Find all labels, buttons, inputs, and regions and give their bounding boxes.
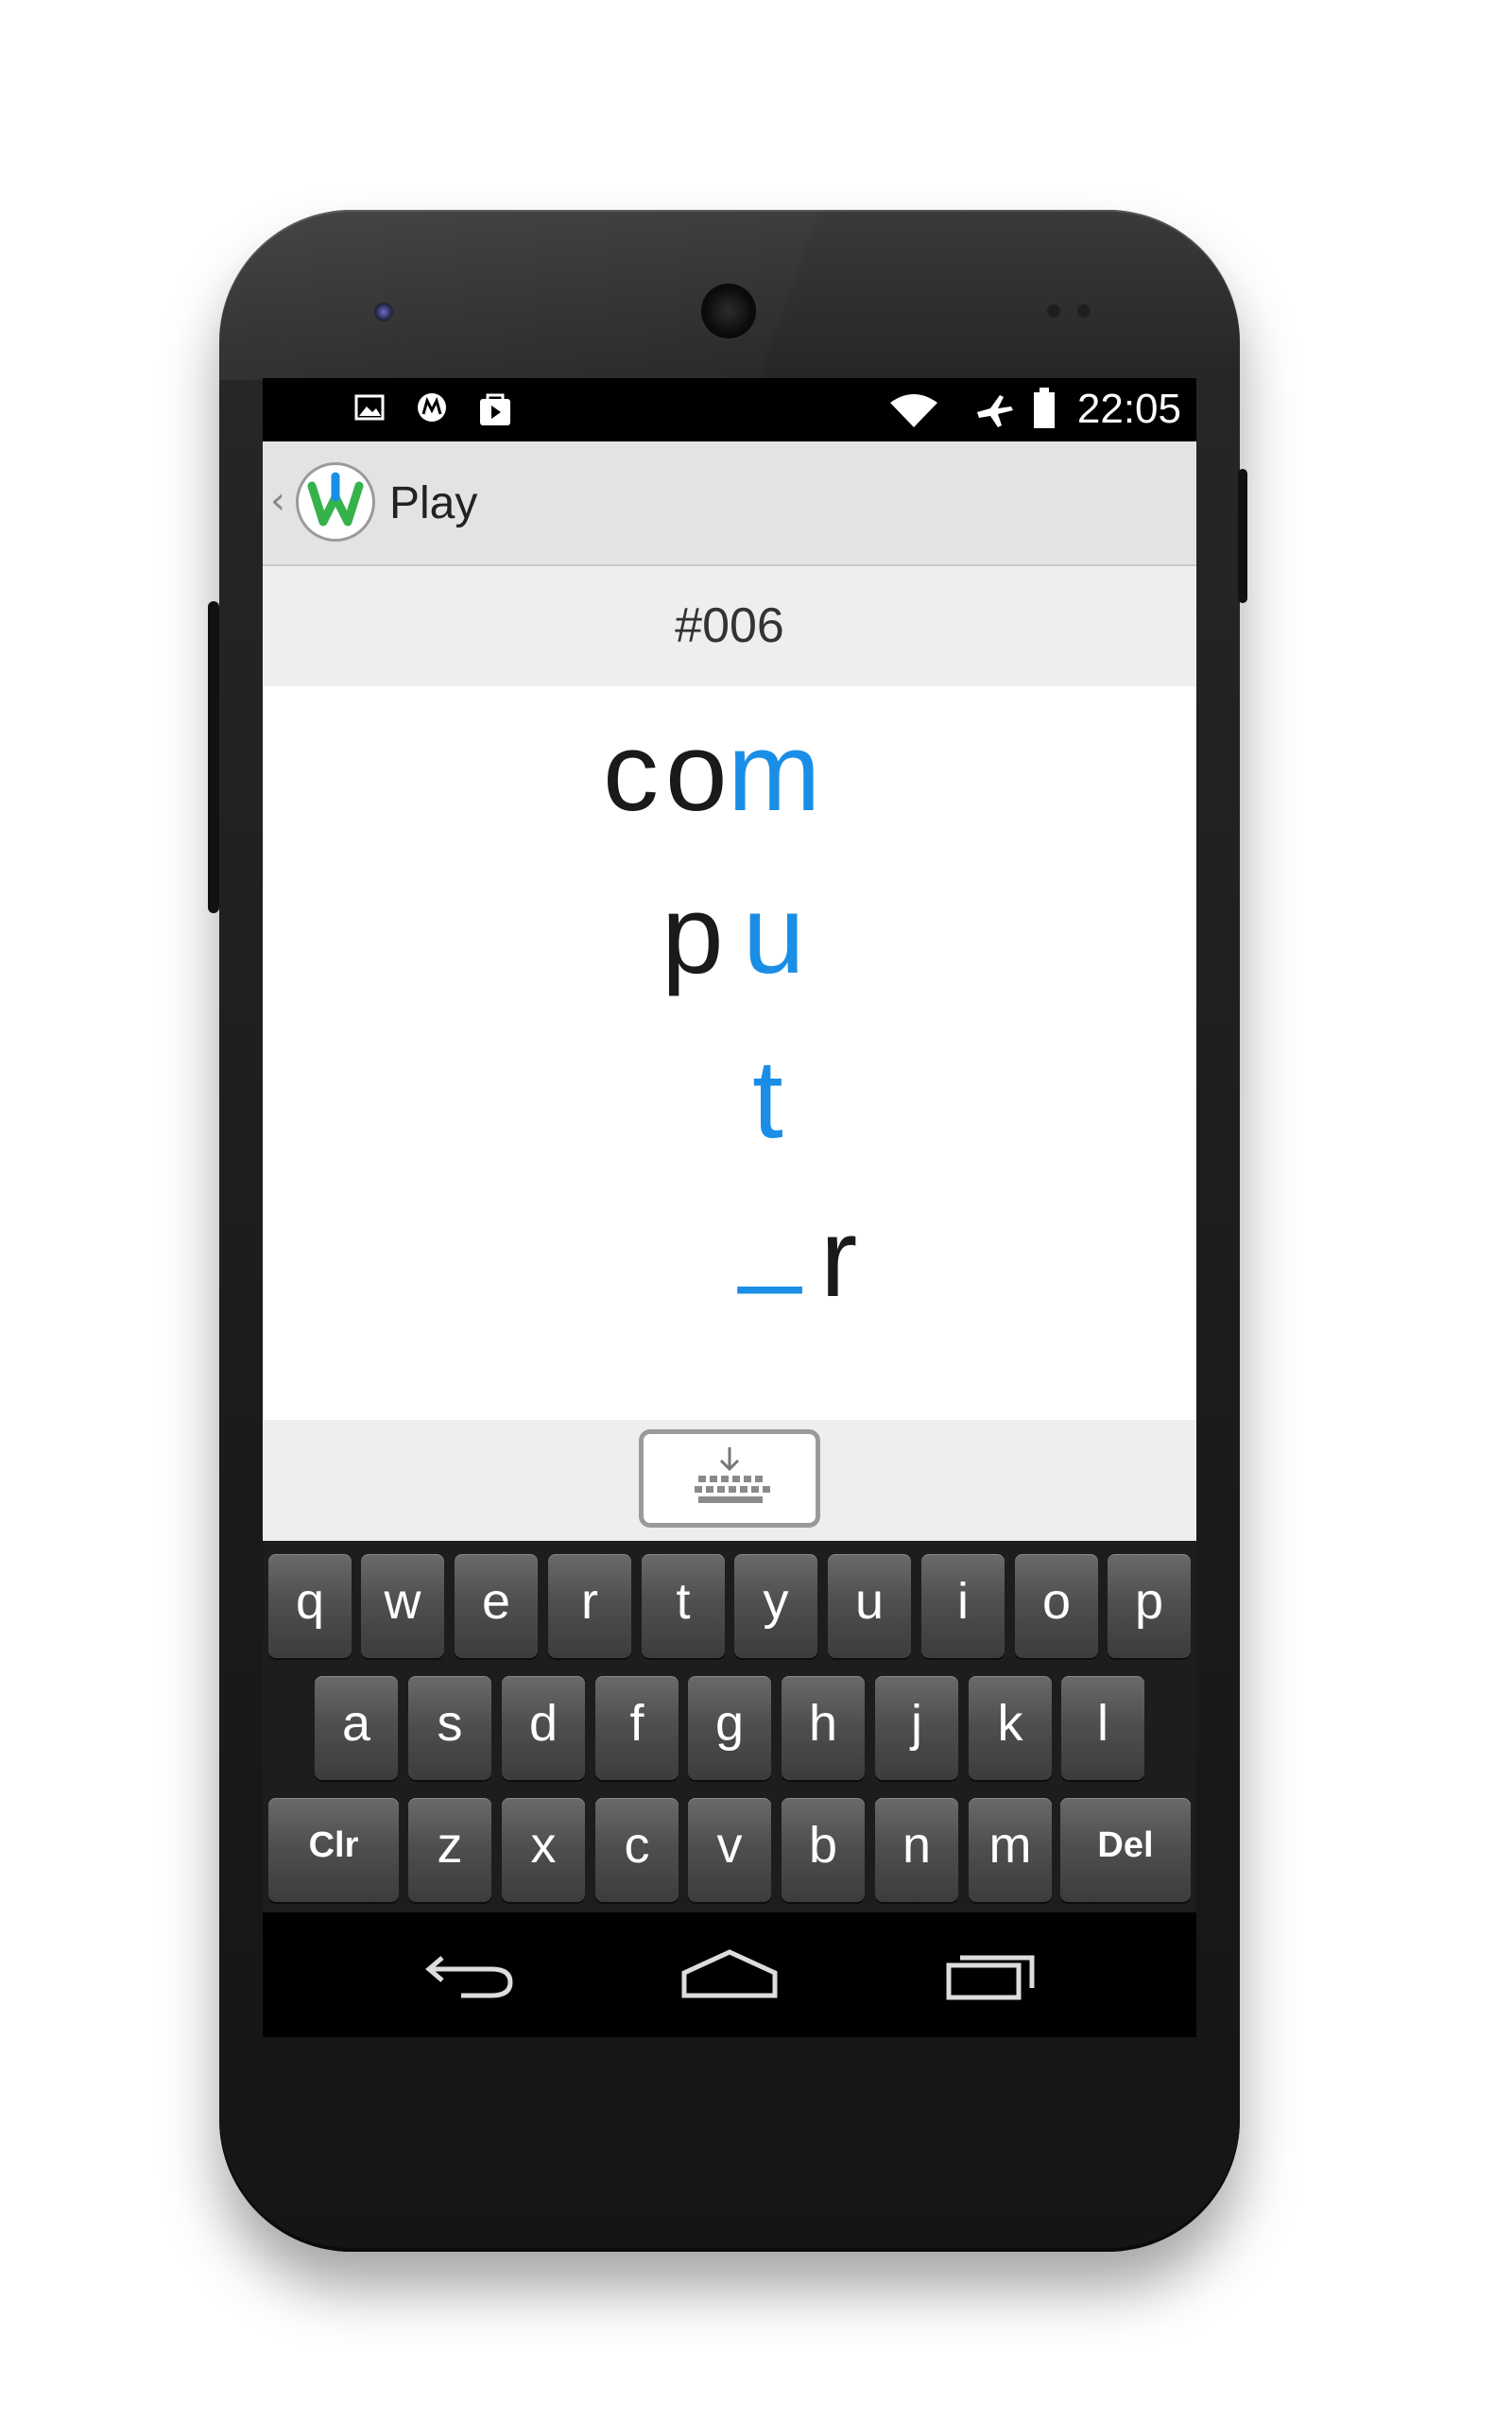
navigation-bar [263, 1912, 1196, 2037]
letter-tile[interactable]: t [752, 1044, 783, 1155]
action-bar: ‹ Play [263, 441, 1196, 566]
key-l[interactable]: l [1061, 1676, 1144, 1780]
back-icon[interactable] [423, 1946, 518, 2007]
key-f[interactable]: f [595, 1676, 679, 1780]
key-b[interactable]: b [782, 1798, 865, 1902]
light-sensor [1077, 304, 1091, 318]
letter-tile[interactable]: o [665, 717, 728, 828]
status-time: 22:05 [1076, 386, 1181, 432]
key-z[interactable]: z [408, 1798, 491, 1902]
key-t[interactable]: t [642, 1554, 725, 1658]
hide-keyboard-button[interactable] [639, 1429, 820, 1528]
key-a[interactable]: a [315, 1676, 398, 1780]
wifi-icon [888, 391, 939, 427]
battery-icon [1032, 388, 1057, 428]
key-x[interactable]: x [502, 1798, 585, 1902]
word-board: c o m p u t _ r [263, 686, 1196, 1420]
status-bar: 22:05 [263, 378, 1196, 441]
key-s[interactable]: s [408, 1676, 491, 1780]
earpiece-speaker [701, 284, 756, 338]
key-h[interactable]: h [782, 1676, 865, 1780]
cursor-tile[interactable]: _ [739, 1178, 801, 1289]
up-caret-icon[interactable]: ‹ [270, 479, 285, 523]
key-c[interactable]: c [595, 1798, 679, 1902]
front-camera [374, 302, 393, 321]
letter-tile[interactable]: p [662, 879, 724, 991]
key-m[interactable]: m [969, 1798, 1052, 1902]
key-y[interactable]: y [734, 1554, 817, 1658]
key-d[interactable]: d [502, 1676, 585, 1780]
keyboard-toggle-bar [263, 1420, 1196, 1541]
proximity-sensor [1047, 304, 1060, 318]
keyboard: q w e r t y u i o p a s d f g h j k l Cl… [263, 1541, 1196, 1912]
screen: 22:05 ‹ Play #006 c o m p u t _ r q w e … [263, 378, 1196, 2037]
airplane-mode-icon [973, 391, 1015, 427]
app-logo[interactable] [296, 462, 375, 542]
key-r[interactable]: r [548, 1554, 631, 1658]
letter-tile[interactable]: c [603, 717, 659, 828]
app-logo-icon [307, 472, 364, 527]
key-q[interactable]: q [268, 1554, 352, 1658]
key-w[interactable]: w [361, 1554, 444, 1658]
power-button [1238, 469, 1247, 603]
letter-tile[interactable]: r [820, 1202, 857, 1314]
key-j[interactable]: j [875, 1676, 958, 1780]
key-p[interactable]: p [1108, 1554, 1191, 1658]
gallery-icon [353, 391, 386, 424]
recents-icon[interactable] [945, 1946, 1040, 2007]
page-title: Play [389, 478, 478, 528]
keyboard-hide-icon [695, 1447, 770, 1503]
motorola-icon [416, 391, 448, 424]
volume-button [208, 601, 219, 913]
key-n[interactable]: n [875, 1798, 958, 1902]
home-icon[interactable] [680, 1946, 779, 2007]
key-e[interactable]: e [455, 1554, 538, 1658]
delete-key[interactable]: Del [1060, 1798, 1191, 1902]
key-o[interactable]: o [1015, 1554, 1098, 1658]
puzzle-number: #006 [675, 598, 784, 653]
key-u[interactable]: u [828, 1554, 911, 1658]
clear-key[interactable]: Clr [268, 1798, 399, 1902]
key-v[interactable]: v [688, 1798, 771, 1902]
key-g[interactable]: g [688, 1676, 771, 1780]
letter-tile[interactable]: m [728, 717, 820, 828]
key-i[interactable]: i [921, 1554, 1005, 1658]
key-k[interactable]: k [969, 1676, 1052, 1780]
puzzle-number-bar: #006 [263, 566, 1196, 686]
letter-tile[interactable]: u [743, 879, 805, 991]
play-store-icon [476, 391, 510, 425]
